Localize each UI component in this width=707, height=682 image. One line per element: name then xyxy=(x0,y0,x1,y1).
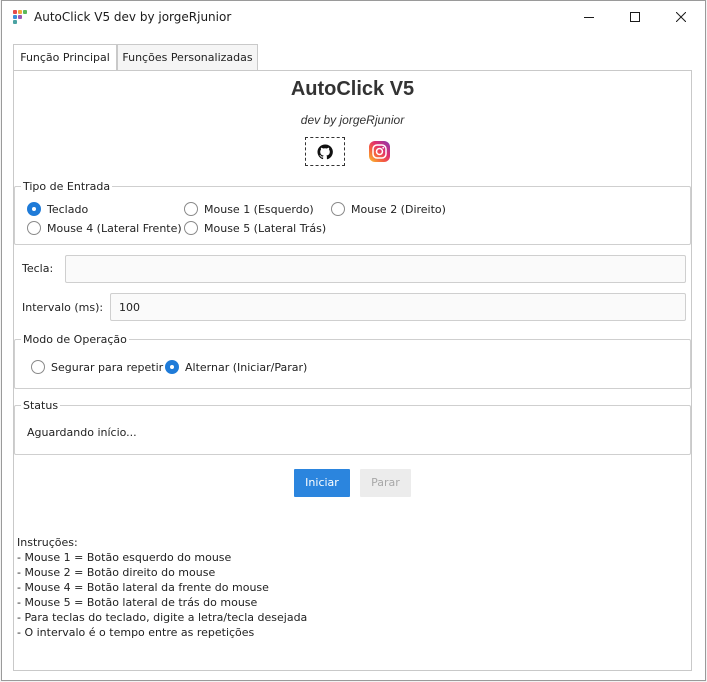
close-icon xyxy=(676,12,686,22)
instructions: Instruções: - Mouse 1 = Botão esquerdo d… xyxy=(17,535,307,640)
stop-button[interactable]: Parar xyxy=(360,469,411,497)
radio-unselected-icon xyxy=(331,202,345,216)
interval-label: Intervalo (ms): xyxy=(22,301,104,314)
radio-mouse4-label: Mouse 4 (Lateral Frente) xyxy=(47,221,182,235)
radio-mouse1-label: Mouse 1 (Esquerdo) xyxy=(204,202,314,216)
radio-toggle[interactable]: Alternar (Iniciar/Parar) xyxy=(165,360,307,374)
app-heading: AutoClick V5 xyxy=(290,78,415,100)
radio-hold-repeat[interactable]: Segurar para repetir xyxy=(31,360,163,374)
instruction-line: - Mouse 2 = Botão direito do mouse xyxy=(17,566,216,579)
minimize-icon xyxy=(584,17,594,18)
radio-unselected-icon xyxy=(27,221,41,235)
radio-mouse2[interactable]: Mouse 2 (Direito) xyxy=(331,202,446,216)
radio-unselected-icon xyxy=(184,221,198,235)
instruction-line: - Mouse 4 = Botão lateral da frente do m… xyxy=(17,581,269,594)
key-input[interactable] xyxy=(65,255,686,283)
interval-input[interactable] xyxy=(110,293,686,321)
instructions-title: Instruções: xyxy=(17,536,78,549)
radio-unselected-icon xyxy=(31,360,45,374)
radio-mouse4[interactable]: Mouse 4 (Lateral Frente) xyxy=(27,221,182,235)
start-button[interactable]: Iniciar xyxy=(294,469,350,497)
radio-mouse5-label: Mouse 5 (Lateral Trás) xyxy=(204,221,327,235)
radio-selected-icon xyxy=(165,360,179,374)
status-legend: Status xyxy=(23,399,59,412)
maximize-icon xyxy=(630,12,640,22)
title-bar[interactable]: AutoClick V5 dev by jorgeRjunior xyxy=(2,1,705,33)
radio-keyboard-label: Teclado xyxy=(47,202,89,216)
tab-custom[interactable]: Funções Personalizadas xyxy=(117,44,258,70)
radio-mouse5[interactable]: Mouse 5 (Lateral Trás) xyxy=(184,221,326,235)
github-link[interactable] xyxy=(305,137,345,166)
instruction-line: - Para teclas do teclado, digite a letra… xyxy=(17,611,308,624)
radio-hold-repeat-label: Segurar para repetir xyxy=(51,360,164,374)
radio-selected-icon xyxy=(27,202,41,216)
github-icon xyxy=(317,143,333,159)
radio-unselected-icon xyxy=(184,202,198,216)
instagram-link[interactable] xyxy=(369,141,390,162)
radio-mouse1[interactable]: Mouse 1 (Esquerdo) xyxy=(184,202,314,216)
window-title: AutoClick V5 dev by jorgeRjunior xyxy=(34,10,232,24)
instruction-line: - Mouse 1 = Botão esquerdo do mouse xyxy=(17,551,232,564)
minimize-button[interactable] xyxy=(566,1,612,33)
app-subtitle: dev by jorgeRjunior xyxy=(300,113,405,127)
instagram-icon xyxy=(372,144,387,159)
app-logo-icon xyxy=(13,10,27,24)
radio-keyboard[interactable]: Teclado xyxy=(27,202,88,216)
status-text: Aguardando início... xyxy=(27,426,137,439)
mode-legend: Modo de Operação xyxy=(23,333,127,346)
tab-main[interactable]: Função Principal xyxy=(13,44,117,71)
maximize-button[interactable] xyxy=(612,1,658,33)
radio-mouse2-label: Mouse 2 (Direito) xyxy=(351,202,446,216)
key-label: Tecla: xyxy=(22,262,54,275)
instruction-line: - O intervalo é o tempo entre as repetiç… xyxy=(17,626,255,639)
input-type-legend: Tipo de Entrada xyxy=(23,180,111,193)
radio-toggle-label: Alternar (Iniciar/Parar) xyxy=(185,360,308,374)
instruction-line: - Mouse 5 = Botão lateral de trás do mou… xyxy=(17,596,258,609)
close-button[interactable] xyxy=(658,1,704,33)
